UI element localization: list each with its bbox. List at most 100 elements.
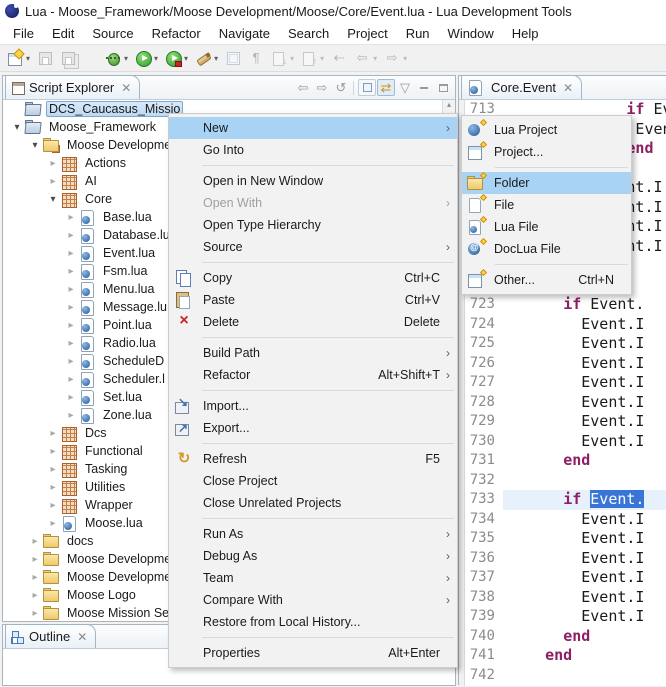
menu-item-source[interactable]: Source›: [169, 236, 457, 258]
dropdown-arrow-icon[interactable]: ▾: [320, 54, 324, 63]
code-text[interactable]: Event.I: [503, 568, 666, 588]
line-number[interactable]: 738: [465, 588, 503, 608]
line-number[interactable]: 723: [465, 295, 503, 315]
code-line-743[interactable]: 743 if Event.ta: [459, 685, 666, 686]
save-button[interactable]: [34, 48, 56, 68]
menu-item-paste[interactable]: PasteCtrl+V: [169, 289, 457, 311]
line-number[interactable]: 735: [465, 529, 503, 549]
chevron-collapsed-icon[interactable]: ▸: [63, 230, 79, 241]
back-button[interactable]: ⇦▾: [351, 48, 380, 68]
code-text[interactable]: Event.I: [503, 393, 666, 413]
line-number[interactable]: 729: [465, 412, 503, 432]
line-number[interactable]: 732: [465, 471, 503, 491]
chevron-collapsed-icon[interactable]: ▸: [63, 248, 79, 259]
chevron-collapsed-icon[interactable]: ▸: [63, 338, 79, 349]
menu-item-import[interactable]: Import...: [169, 395, 457, 417]
line-number[interactable]: 743: [465, 685, 503, 686]
chevron-collapsed-icon[interactable]: ▸: [45, 158, 61, 169]
tab-core-event[interactable]: Core.Event ✕: [461, 75, 582, 99]
chevron-collapsed-icon[interactable]: ▸: [63, 356, 79, 367]
code-line-724[interactable]: 724 Event.I: [459, 315, 666, 335]
line-number[interactable]: 740: [465, 627, 503, 647]
chevron-expanded-icon[interactable]: ▾: [27, 140, 43, 151]
chevron-collapsed-icon[interactable]: ▸: [27, 572, 43, 583]
menubar-item-help[interactable]: Help: [503, 24, 548, 43]
code-text[interactable]: Event.I: [503, 334, 666, 354]
code-text[interactable]: if Event.: [503, 490, 666, 510]
code-line-728[interactable]: 728 Event.I: [459, 393, 666, 413]
close-icon[interactable]: ✕: [119, 81, 133, 95]
code-line-729[interactable]: 729 Event.I: [459, 412, 666, 432]
chevron-collapsed-icon[interactable]: ▸: [45, 518, 61, 529]
scroll-up-icon[interactable]: ▴: [447, 100, 451, 109]
line-number[interactable]: 733: [465, 490, 503, 510]
code-line-734[interactable]: 734 Event.I: [459, 510, 666, 530]
line-number[interactable]: 728: [465, 393, 503, 413]
code-line-723[interactable]: 723 if Event.: [459, 295, 666, 315]
run-button[interactable]: ▾: [132, 48, 161, 68]
chevron-collapsed-icon[interactable]: ▸: [63, 212, 79, 223]
chevron-collapsed-icon[interactable]: ▸: [27, 608, 43, 619]
code-text[interactable]: Event.I: [503, 529, 666, 549]
mark-occurrences-button[interactable]: [222, 48, 244, 68]
menu-item-go-into[interactable]: Go Into: [169, 139, 457, 161]
menu-item-doclua-file[interactable]: DocLua File: [462, 238, 631, 260]
line-number[interactable]: 725: [465, 334, 503, 354]
menu-item-file[interactable]: File: [462, 194, 631, 216]
code-text[interactable]: end: [503, 627, 666, 647]
menu-item-build-path[interactable]: Build Path›: [169, 342, 457, 364]
menu-item-run-as[interactable]: Run As›: [169, 523, 457, 545]
previous-annotation-button[interactable]: ↑▾: [298, 48, 327, 68]
code-text[interactable]: [503, 471, 666, 491]
code-text[interactable]: [503, 666, 666, 686]
code-line-741[interactable]: 741 end: [459, 646, 666, 666]
chevron-collapsed-icon[interactable]: ▸: [63, 374, 79, 385]
code-line-735[interactable]: 735 Event.I: [459, 529, 666, 549]
code-line-726[interactable]: 726 Event.I: [459, 354, 666, 374]
menu-item-close-project[interactable]: Close Project: [169, 470, 457, 492]
last-edit-location-button[interactable]: ⇠: [328, 48, 350, 68]
code-line-738[interactable]: 738 Event.I: [459, 588, 666, 608]
close-icon[interactable]: ✕: [561, 81, 575, 95]
menu-item-open-with[interactable]: Open With›: [169, 192, 457, 214]
code-line-736[interactable]: 736 Event.I: [459, 549, 666, 569]
collapse-all-icon[interactable]: ↺: [332, 79, 350, 96]
code-text[interactable]: Event.I: [503, 549, 666, 569]
code-text[interactable]: if Event.: [503, 295, 666, 315]
menu-item-open-type-hierarchy[interactable]: Open Type Hierarchy: [169, 214, 457, 236]
code-text[interactable]: if Event.ta: [503, 685, 666, 686]
code-line-740[interactable]: 740 end: [459, 627, 666, 647]
dropdown-arrow-icon[interactable]: ▾: [290, 54, 294, 63]
chevron-collapsed-icon[interactable]: ▸: [63, 266, 79, 277]
menubar-item-search[interactable]: Search: [279, 24, 338, 43]
code-line-725[interactable]: 725 Event.I: [459, 334, 666, 354]
code-line-730[interactable]: 730 Event.I: [459, 432, 666, 452]
menu-item-open-in-new-window[interactable]: Open in New Window: [169, 170, 457, 192]
menubar-item-navigate[interactable]: Navigate: [210, 24, 279, 43]
dropdown-arrow-icon[interactable]: ▾: [124, 54, 128, 63]
code-line-739[interactable]: 739 Event.I: [459, 607, 666, 627]
line-number[interactable]: 726: [465, 354, 503, 374]
code-line-727[interactable]: 727 Event.I: [459, 373, 666, 393]
line-number[interactable]: 727: [465, 373, 503, 393]
line-number[interactable]: 730: [465, 432, 503, 452]
menu-item-delete[interactable]: ×DeleteDelete: [169, 311, 457, 333]
code-text[interactable]: Event.I: [503, 373, 666, 393]
code-text[interactable]: Event.I: [503, 588, 666, 608]
menu-item-other[interactable]: Other...Ctrl+N: [462, 269, 631, 291]
menu-item-compare-with[interactable]: Compare With›: [169, 589, 457, 611]
menubar-item-window[interactable]: Window: [439, 24, 503, 43]
code-line-732[interactable]: 732: [459, 471, 666, 491]
menu-item-properties[interactable]: PropertiesAlt+Enter: [169, 642, 457, 664]
chevron-collapsed-icon[interactable]: ▸: [63, 410, 79, 421]
minimize-icon[interactable]: [415, 79, 433, 96]
run-history-button[interactable]: ▾: [162, 48, 191, 68]
dropdown-arrow-icon[interactable]: ▾: [154, 54, 158, 63]
chevron-collapsed-icon[interactable]: ▸: [27, 554, 43, 565]
code-line-742[interactable]: 742: [459, 666, 666, 686]
menu-item-restore-from-local-history[interactable]: Restore from Local History...: [169, 611, 457, 633]
chevron-collapsed-icon[interactable]: ▸: [63, 392, 79, 403]
menu-item-project[interactable]: Project...: [462, 141, 631, 163]
external-tools-button[interactable]: ▾: [192, 48, 221, 68]
code-text[interactable]: Event.I: [503, 432, 666, 452]
